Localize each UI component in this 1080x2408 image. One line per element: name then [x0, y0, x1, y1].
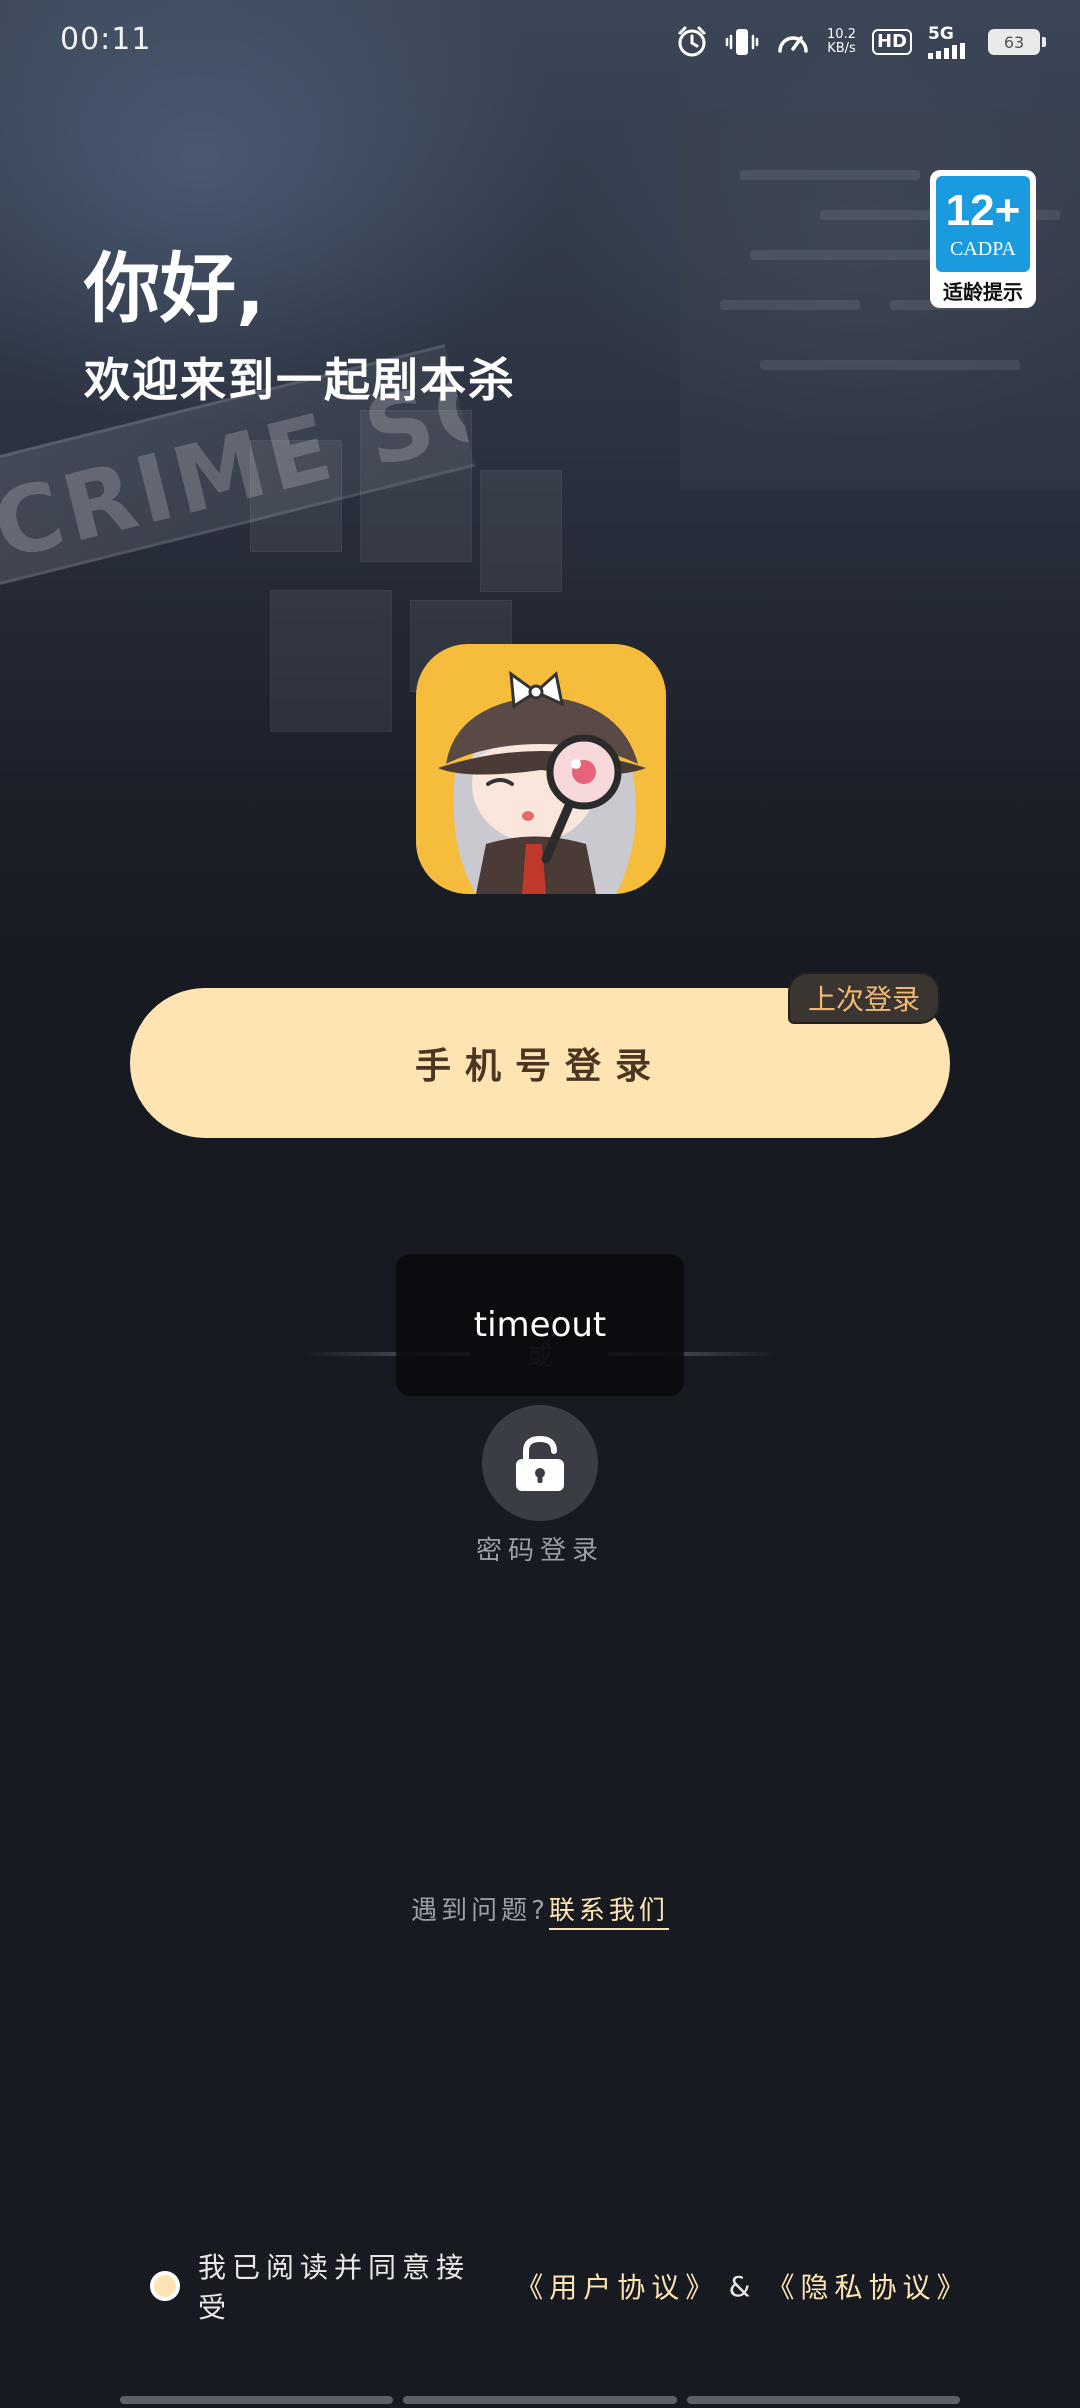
phone-login-label: 手机号登录: [414, 1045, 665, 1086]
nav-bar-segment: [686, 2396, 960, 2404]
nav-bar-segment: [403, 2396, 677, 2404]
greeting-title: 你好,: [84, 244, 265, 333]
detective-mascot-icon: [438, 670, 646, 894]
help-row: 遇到问题?联系我们: [0, 1890, 1080, 1930]
speedometer-icon: [775, 25, 811, 59]
toast-message: timeout: [473, 1305, 607, 1345]
privacy-agreement-link[interactable]: 《隐私协议》: [767, 2266, 970, 2306]
age-rating-panel: 12+ CADPA: [936, 176, 1030, 272]
alarm-icon: [675, 25, 709, 59]
help-question: 遇到问题?: [411, 1896, 549, 1926]
battery-level: 63: [1003, 32, 1025, 52]
last-login-tag: 上次登录: [788, 972, 940, 1024]
network-speed-unit: KB/s: [827, 41, 856, 56]
password-login-label[interactable]: 密码登录: [440, 1530, 640, 1567]
agreement-checkbox[interactable]: [150, 2271, 180, 2301]
agreement-prefix: 我已阅读并同意接受: [198, 2251, 471, 2324]
hd-icon: HD: [871, 29, 912, 55]
age-rating-number: 12+: [945, 186, 1021, 235]
battery-icon: 63: [988, 29, 1046, 55]
greeting-subtitle: 欢迎来到一起剧本杀: [84, 353, 516, 407]
age-rating-badge[interactable]: 12+ CADPA 适龄提示: [930, 170, 1036, 308]
network-speed: 10.2 KB/s: [827, 28, 856, 56]
age-rating-tip: 适龄提示: [943, 280, 1023, 304]
contact-us-link[interactable]: 联系我们: [548, 1896, 669, 1930]
network-speed-value: 10.2: [827, 27, 856, 42]
toast: timeout: [396, 1254, 684, 1396]
signal-icon: 5G: [928, 25, 972, 59]
status-bar: 00:11 10.2 KB/s HD 5G 63: [0, 0, 1080, 80]
status-time: 00:11: [60, 22, 152, 57]
agreement-row: 我已阅读并同意接受 《用户协议》 & 《隐私协议》: [150, 2251, 970, 2324]
nav-bar-segment: [120, 2396, 394, 2404]
network-type: 5G: [928, 24, 954, 44]
age-rating-org: CADPA: [950, 238, 1016, 260]
user-agreement-link[interactable]: 《用户协议》: [515, 2266, 718, 2306]
password-login-button[interactable]: [482, 1405, 598, 1521]
unlock-icon: [516, 1435, 564, 1491]
status-icons: 10.2 KB/s HD 5G 63: [675, 20, 1046, 64]
app-logo: [416, 644, 666, 894]
vibrate-icon: [725, 25, 759, 59]
gesture-nav-bar[interactable]: [120, 2396, 960, 2404]
agreement-and: &: [728, 2269, 757, 2303]
